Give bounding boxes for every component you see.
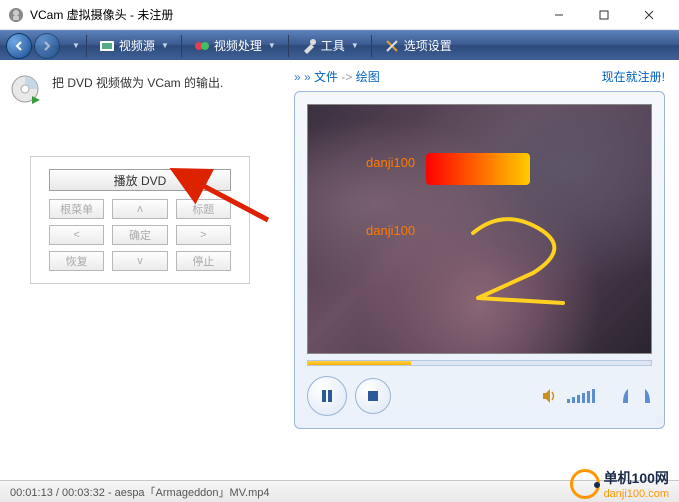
chevron-down-icon: ▼ — [268, 41, 276, 50]
tools-icon — [301, 38, 317, 54]
logo-domain: danji100.com — [604, 488, 669, 500]
dvd-root-menu-button[interactable]: 根菜单 — [49, 199, 104, 219]
chevron-down-icon: ▼ — [351, 41, 359, 50]
nav-forward-button[interactable] — [34, 33, 60, 59]
watermark-text-2: danji100 — [366, 223, 415, 238]
left-description: 把 DVD 视频做为 VCam 的输出. — [52, 74, 223, 92]
dvd-resume-button[interactable]: 恢复 — [49, 251, 104, 271]
stop-icon — [367, 390, 379, 402]
window-controls — [536, 0, 671, 30]
video-source-icon — [99, 38, 115, 54]
flip-vertical-icon[interactable] — [638, 387, 652, 405]
maximize-button[interactable] — [581, 0, 626, 30]
logo-icon — [570, 469, 600, 499]
toolbar-options[interactable]: 选项设置 — [378, 34, 458, 58]
breadcrumb-chevrons: » » — [294, 70, 311, 84]
left-pane: 把 DVD 视频做为 VCam 的输出. 播放 DVD 根菜单 ᴧ 标题 < 确… — [0, 60, 280, 480]
watermark-text-1: danji100 — [366, 155, 415, 170]
nav-back-button[interactable] — [6, 33, 32, 59]
minimize-button[interactable] — [536, 0, 581, 30]
breadcrumb-row: » » 文件 -> 绘图 现在就注册! — [294, 68, 665, 85]
right-pane: » » 文件 -> 绘图 现在就注册! danji100 danji100 — [280, 60, 679, 480]
titlebar: VCam 虚拟摄像头 - 未注册 — [0, 0, 679, 30]
progress-bar[interactable] — [307, 360, 652, 366]
pause-icon — [320, 389, 334, 403]
breadcrumb-file[interactable]: 文件 — [314, 70, 338, 84]
dvd-up-button[interactable]: ᴧ — [112, 199, 167, 219]
video-frame: danji100 danji100 — [294, 91, 665, 429]
toolbar-video-source[interactable]: 视频源 ▼ — [93, 34, 175, 58]
logo-brand: 单机100网 — [604, 468, 669, 488]
pause-button[interactable] — [307, 376, 347, 416]
dvd-stop-button[interactable]: 停止 — [176, 251, 231, 271]
video-process-icon — [194, 38, 210, 54]
close-button[interactable] — [626, 0, 671, 30]
window-title: VCam 虚拟摄像头 - 未注册 — [30, 6, 536, 23]
scribble-drawing — [463, 213, 583, 323]
stop-button[interactable] — [355, 378, 391, 414]
footer-logo: 单机100网 danji100.com — [570, 468, 669, 500]
toolbar-tools[interactable]: 工具 ▼ — [295, 34, 365, 58]
toolbar-label: 视频处理 — [214, 37, 262, 54]
app-icon — [8, 7, 24, 23]
main-toolbar: ▼ 视频源 ▼ 视频处理 ▼ 工具 ▼ 选项设置 — [0, 30, 679, 60]
color-gradient-box — [426, 153, 530, 185]
dvd-right-button[interactable]: > — [176, 225, 231, 245]
toolbar-label: 工具 — [321, 37, 345, 54]
dvd-panel: 播放 DVD 根菜单 ᴧ 标题 < 确定 > 恢复 v 停止 — [30, 156, 250, 284]
dvd-left-button[interactable]: < — [49, 225, 104, 245]
status-text: 00:01:13 / 00:03:32 - aespa「Armageddon」M… — [10, 484, 269, 500]
content-area: 把 DVD 视频做为 VCam 的输出. 播放 DVD 根菜单 ᴧ 标题 < 确… — [0, 60, 679, 480]
flip-horizontal-icon[interactable] — [621, 387, 635, 405]
speaker-icon[interactable] — [541, 387, 559, 405]
nav-dropdown-icon[interactable]: ▼ — [72, 41, 80, 50]
toolbar-label: 选项设置 — [404, 37, 452, 54]
options-icon — [384, 38, 400, 54]
disc-icon — [10, 74, 42, 106]
toolbar-label: 视频源 — [119, 37, 155, 54]
volume-bars[interactable] — [567, 389, 595, 403]
video-preview[interactable]: danji100 danji100 — [307, 104, 652, 354]
register-link[interactable]: 现在就注册! — [602, 68, 665, 85]
dvd-title-button[interactable]: 标题 — [176, 199, 231, 219]
dvd-ok-button[interactable]: 确定 — [112, 225, 167, 245]
progress-fill — [308, 361, 411, 365]
playback-controls — [307, 376, 652, 416]
chevron-down-icon: ▼ — [161, 41, 169, 50]
breadcrumb-draw[interactable]: 绘图 — [356, 70, 380, 84]
toolbar-video-process[interactable]: 视频处理 ▼ — [188, 34, 282, 58]
flip-controls — [621, 387, 652, 405]
dvd-down-button[interactable]: v — [112, 251, 167, 271]
breadcrumb-arrow: -> — [341, 70, 352, 84]
play-dvd-button[interactable]: 播放 DVD — [49, 169, 231, 191]
